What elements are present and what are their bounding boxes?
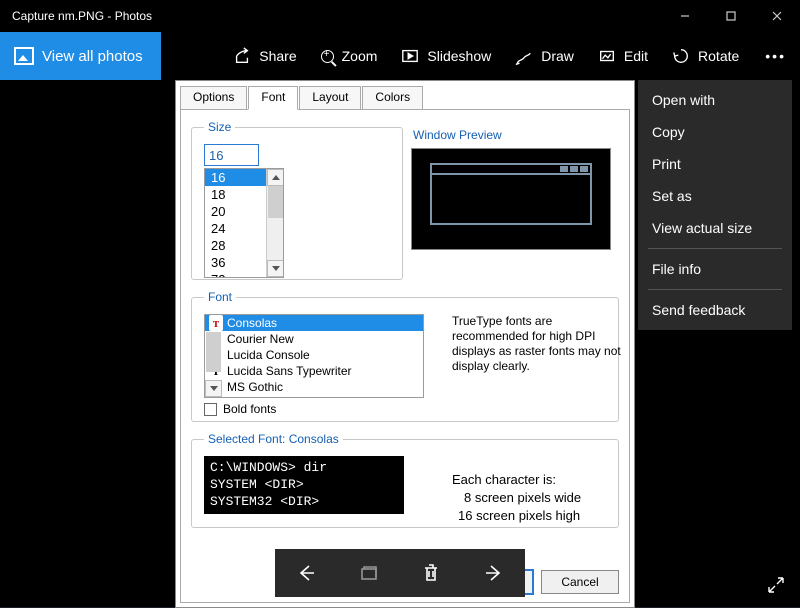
- tab-font[interactable]: Font: [248, 86, 298, 110]
- bold-fonts-label: Bold fonts: [223, 402, 276, 416]
- draw-label: Draw: [541, 48, 574, 64]
- tab-options[interactable]: Options: [180, 86, 247, 110]
- zoom-label: Zoom: [342, 48, 378, 64]
- char-height: 16 screen pixels high: [452, 507, 581, 525]
- slideshow-button[interactable]: Slideshow: [389, 32, 503, 80]
- font-listbox[interactable]: ᴛConsolas ᴛCourier New ᴛLucida Console ᴛ…: [204, 314, 424, 398]
- edit-icon: [598, 47, 616, 65]
- zoom-button[interactable]: Zoom: [309, 32, 390, 80]
- menu-separator: [648, 248, 782, 249]
- list-item[interactable]: ᴛMS Gothic: [205, 379, 423, 395]
- share-button[interactable]: Share: [221, 32, 308, 80]
- rotate-icon: [672, 47, 690, 65]
- list-item[interactable]: ᴛConsolas: [205, 315, 423, 331]
- font-group: Font ᴛConsolas ᴛCourier New ᴛLucida Cons…: [191, 290, 619, 422]
- console-line: SYSTEM <DIR>: [210, 476, 398, 493]
- console-preview: C:\WINDOWS> dir SYSTEM <DIR> SYSTEM32 <D…: [204, 456, 404, 514]
- close-button[interactable]: [754, 0, 800, 32]
- rotate-label: Rotate: [698, 48, 739, 64]
- size-input[interactable]: [204, 144, 259, 166]
- bottom-toolbar: [275, 549, 525, 597]
- bold-fonts-checkbox[interactable]: [204, 403, 217, 416]
- minimize-button[interactable]: [662, 0, 708, 32]
- size-group: Size 16 18 20 24 28 36 72: [191, 120, 403, 280]
- photo-icon: [14, 47, 34, 65]
- selected-font-group: Selected Font: Consolas C:\WINDOWS> dir …: [191, 432, 619, 528]
- tab-colors[interactable]: Colors: [362, 86, 423, 110]
- dialog-tabs: Options Font Layout Colors: [180, 85, 634, 109]
- character-dimensions: Each character is: 8 screen pixels wide …: [452, 471, 581, 525]
- rotate-button[interactable]: Rotate: [660, 32, 751, 80]
- window-preview-label: Window Preview: [413, 128, 502, 142]
- menu-view-actual[interactable]: View actual size: [638, 212, 792, 244]
- command-bar: View all photos Share Zoom Slideshow Dra…: [0, 32, 800, 80]
- cancel-button[interactable]: Cancel: [541, 570, 619, 594]
- char-width: 8 screen pixels wide: [452, 489, 581, 507]
- menu-send-feedback[interactable]: Send feedback: [638, 294, 792, 326]
- arrow-left-icon: [296, 563, 316, 583]
- share-icon: [233, 47, 251, 65]
- slideshow-icon: [401, 47, 419, 65]
- size-legend: Size: [204, 120, 235, 134]
- menu-set-as[interactable]: Set as: [638, 180, 792, 212]
- app-titlebar: Capture nm.PNG - Photos: [0, 0, 800, 32]
- more-button[interactable]: •••: [751, 32, 800, 80]
- next-button[interactable]: [473, 552, 515, 594]
- resize-handle[interactable]: [766, 575, 786, 595]
- preview-window-frame: [430, 163, 592, 225]
- scroll-thumb[interactable]: [206, 332, 221, 372]
- truetype-tip: TrueType fonts are recommended for high …: [452, 314, 622, 374]
- delete-button[interactable]: [410, 552, 452, 594]
- context-menu: Open with Copy Print Set as View actual …: [638, 80, 792, 330]
- collection-button[interactable]: [348, 552, 390, 594]
- window-controls: [662, 0, 800, 32]
- ellipsis-icon: •••: [765, 48, 786, 64]
- slideshow-label: Slideshow: [427, 48, 491, 64]
- list-item[interactable]: ᴛLucida Sans Typewriter: [205, 363, 423, 379]
- scroll-up-button[interactable]: [267, 169, 284, 186]
- scrollbar[interactable]: [205, 395, 423, 398]
- scroll-thumb[interactable]: [268, 186, 283, 218]
- window-title: Capture nm.PNG - Photos: [12, 9, 662, 23]
- window-preview: [411, 148, 611, 250]
- scroll-down-button[interactable]: [205, 380, 222, 397]
- char-heading: Each character is:: [452, 471, 581, 489]
- draw-button[interactable]: Draw: [503, 32, 586, 80]
- console-properties-dialog: Options Font Layout Colors Window Previe…: [175, 80, 635, 608]
- truetype-icon: ᴛ: [209, 315, 223, 331]
- zoom-icon: [321, 50, 334, 63]
- list-item[interactable]: ᴛCourier New: [205, 331, 423, 347]
- menu-separator: [648, 289, 782, 290]
- menu-print[interactable]: Print: [638, 148, 792, 180]
- view-all-photos-button[interactable]: View all photos: [0, 32, 161, 80]
- maximize-button[interactable]: [708, 0, 754, 32]
- tab-layout[interactable]: Layout: [299, 86, 361, 110]
- share-label: Share: [259, 48, 296, 64]
- menu-copy[interactable]: Copy: [638, 116, 792, 148]
- menu-open-with[interactable]: Open with: [638, 84, 792, 116]
- menu-file-info[interactable]: File info: [638, 253, 792, 285]
- prev-button[interactable]: [285, 552, 327, 594]
- list-item[interactable]: ᴛLucida Console: [205, 347, 423, 363]
- font-legend: Font: [204, 290, 236, 304]
- size-listbox[interactable]: 16 18 20 24 28 36 72: [204, 168, 284, 278]
- tab-body-font: Window Preview Size 16 18 20 24 28 36 72: [180, 109, 630, 603]
- selected-font-legend: Selected Font: Consolas: [204, 432, 343, 446]
- draw-icon: [515, 47, 533, 65]
- console-line: SYSTEM32 <DIR>: [210, 493, 398, 510]
- view-all-label: View all photos: [42, 48, 143, 65]
- expand-icon: [766, 575, 786, 595]
- console-line: C:\WINDOWS> dir: [210, 459, 398, 476]
- edit-button[interactable]: Edit: [586, 32, 660, 80]
- edit-label: Edit: [624, 48, 648, 64]
- scroll-down-button[interactable]: [267, 260, 284, 277]
- arrow-right-icon: [484, 563, 504, 583]
- scrollbar[interactable]: [266, 169, 283, 277]
- collection-icon: [359, 563, 379, 583]
- trash-icon: [421, 563, 441, 583]
